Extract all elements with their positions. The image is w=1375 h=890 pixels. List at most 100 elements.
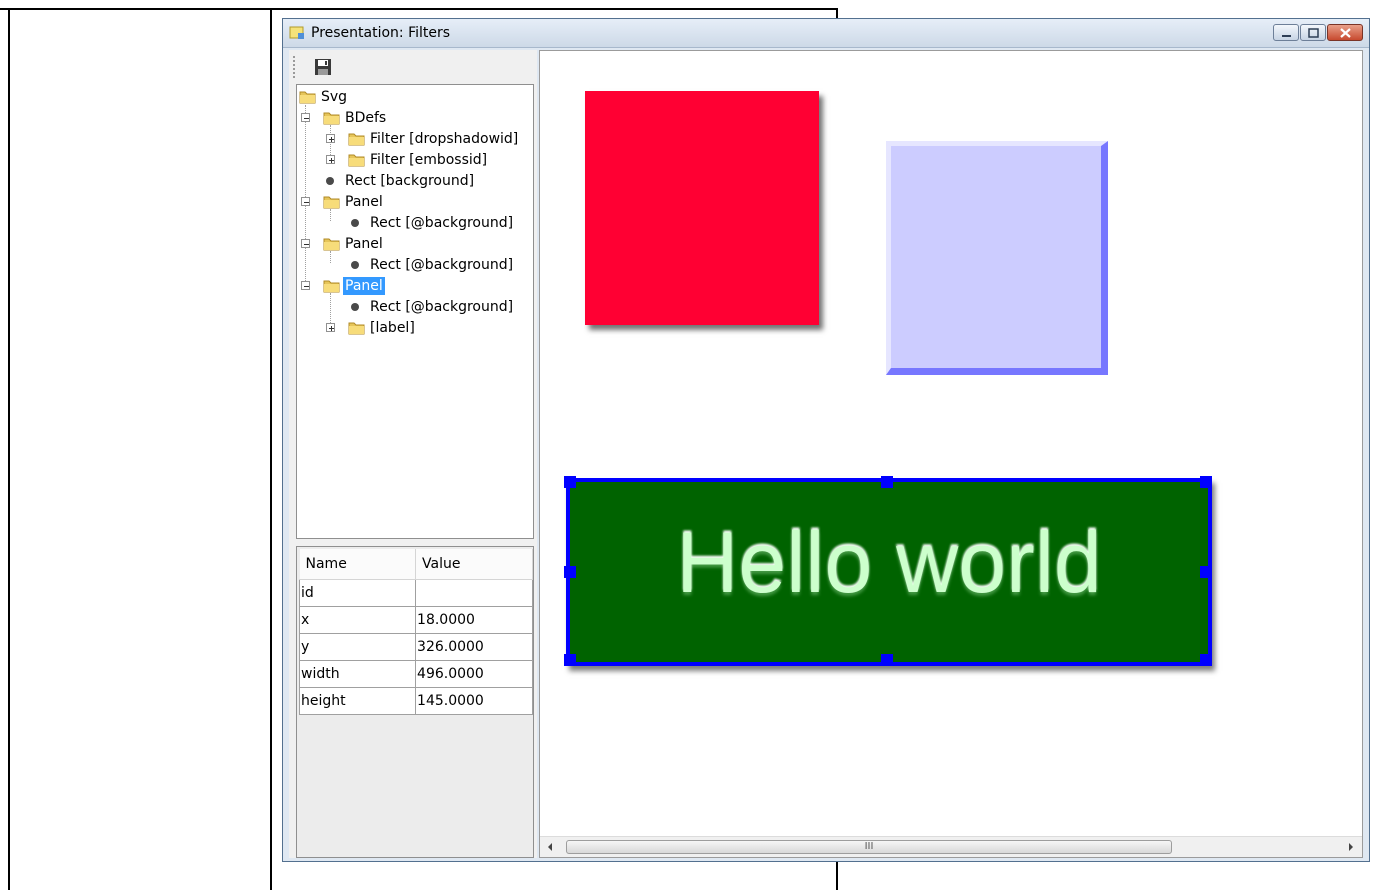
tree-node-rect-at-background[interactable]: Rect [@background] (297, 297, 533, 316)
tree-node-label: Rect [background] (345, 173, 475, 189)
collapse-icon[interactable] (301, 239, 310, 248)
tree-node-filter-dropshadow[interactable]: Filter [dropshadowid] (297, 129, 533, 148)
property-row-height[interactable]: height 145.0000 (298, 687, 533, 715)
tree-view[interactable]: Svg BDefs Filter [dropshadowid] Filter [… (296, 84, 534, 539)
app-icon (289, 26, 304, 39)
maximize-icon (1308, 28, 1319, 38)
leaf-node-icon (351, 261, 359, 269)
folder-icon (299, 91, 316, 104)
tree-node-panel-selected[interactable]: Panel (297, 276, 533, 295)
minimize-button[interactable] (1273, 24, 1299, 41)
column-header-value[interactable]: Value (415, 549, 533, 580)
close-button[interactable] (1327, 24, 1363, 41)
folder-icon (323, 238, 340, 251)
tree-node-rect-at-background[interactable]: Rect [@background] (297, 255, 533, 274)
property-row-x[interactable]: x 18.0000 (298, 606, 533, 634)
property-row-y[interactable]: y 326.0000 (298, 633, 533, 661)
maximize-button[interactable] (1300, 24, 1326, 41)
tree-node-label: Panel (345, 194, 383, 210)
scrollbar-thumb[interactable]: III (566, 840, 1172, 854)
tree-node-label-node[interactable]: [label] (297, 318, 533, 337)
tree-node-label: Panel (343, 277, 385, 295)
tree-node-panel[interactable]: Panel (297, 192, 533, 211)
tree-node-label: Panel (345, 236, 383, 252)
folder-icon (348, 322, 365, 335)
minimize-icon (1282, 35, 1291, 37)
folder-icon (348, 133, 365, 146)
folder-icon (323, 196, 340, 209)
property-table: Name Value id x 18.0000 y 326.0000 width (298, 549, 533, 715)
tree-node-panel[interactable]: Panel (297, 234, 533, 253)
expand-icon[interactable] (326, 323, 335, 332)
scrollbar-grip: III (864, 841, 874, 852)
property-name: height (298, 687, 417, 715)
collapse-icon[interactable] (301, 113, 310, 122)
property-grid: Name Value id x 18.0000 y 326.0000 width (296, 546, 534, 858)
background-line-top (0, 8, 838, 10)
folder-icon (323, 112, 340, 125)
tree-node-svg[interactable]: Svg (297, 87, 533, 106)
folder-icon (348, 154, 365, 167)
property-name: width (298, 660, 417, 688)
save-icon[interactable] (313, 57, 333, 77)
property-name: x (298, 606, 417, 634)
tree-node-label: [label] (370, 320, 415, 336)
close-icon (1340, 28, 1351, 38)
scroll-left-icon[interactable] (542, 837, 559, 857)
background-line-right (836, 8, 838, 18)
leaf-node-icon (351, 219, 359, 227)
resize-handle-bottom-left[interactable] (564, 654, 576, 666)
background-line-left (8, 8, 10, 890)
column-header-name[interactable]: Name (299, 549, 417, 580)
toolbar (289, 50, 537, 84)
tree-node-label: Rect [@background] (370, 299, 514, 315)
red-dropshadow-rect[interactable] (585, 91, 819, 325)
leaf-node-icon (351, 303, 359, 311)
folder-icon (323, 280, 340, 293)
resize-handle-top-left[interactable] (564, 476, 576, 488)
horizontal-scrollbar[interactable]: III (540, 836, 1362, 857)
title-bar[interactable]: Presentation: Filters (283, 19, 1369, 48)
collapse-icon[interactable] (301, 197, 310, 206)
selected-panel[interactable]: Hello world (566, 478, 1212, 666)
expand-icon[interactable] (326, 134, 335, 143)
tree-node-label: Rect [@background] (370, 257, 514, 273)
tree-node-label: Svg (321, 89, 348, 105)
background-line-right-bottom (836, 862, 838, 890)
resize-handle-top-right[interactable] (1200, 476, 1212, 488)
property-row-width[interactable]: width 496.0000 (298, 660, 533, 688)
tree-node-rect-background[interactable]: Rect [background] (297, 171, 533, 190)
property-value[interactable]: 18.0000 (415, 606, 533, 634)
tree-node-filter-emboss[interactable]: Filter [embossid] (297, 150, 533, 169)
property-value[interactable]: 326.0000 (415, 633, 533, 661)
resize-handle-bottom-right[interactable] (1200, 654, 1212, 666)
property-name: y (298, 633, 417, 661)
resize-handle-top[interactable] (881, 476, 893, 488)
resize-handle-bottom[interactable] (881, 654, 893, 666)
presentation-window: Presentation: Filters Svg BDefs Filter [… (282, 18, 1370, 862)
design-canvas[interactable]: Hello world III (539, 50, 1363, 858)
property-value[interactable]: 145.0000 (415, 687, 533, 715)
scroll-right-icon[interactable] (1342, 837, 1359, 857)
property-name: id (298, 579, 417, 607)
window-title: Presentation: Filters (311, 25, 451, 41)
toolbar-grip[interactable] (293, 56, 297, 78)
property-value[interactable] (415, 579, 533, 607)
tree-node-label: Filter [dropshadowid] (370, 131, 519, 147)
background-line-divider (270, 8, 272, 890)
embossed-rect[interactable] (886, 141, 1108, 375)
property-header-row: Name Value (299, 549, 533, 580)
tree-node-label: BDefs (345, 110, 387, 126)
resize-handle-left[interactable] (564, 566, 576, 578)
panel-label-text: Hello world (676, 515, 1102, 611)
tree-node-label: Filter [embossid] (370, 152, 488, 168)
tree-node-rect-at-background[interactable]: Rect [@background] (297, 213, 533, 232)
expand-icon[interactable] (326, 155, 335, 164)
tree-node-label: Rect [@background] (370, 215, 514, 231)
tree-node-bdefs[interactable]: BDefs (297, 108, 533, 127)
collapse-icon[interactable] (301, 281, 310, 290)
property-value[interactable]: 496.0000 (415, 660, 533, 688)
resize-handle-right[interactable] (1200, 566, 1212, 578)
leaf-node-icon (326, 177, 334, 185)
property-row-id[interactable]: id (298, 579, 533, 607)
